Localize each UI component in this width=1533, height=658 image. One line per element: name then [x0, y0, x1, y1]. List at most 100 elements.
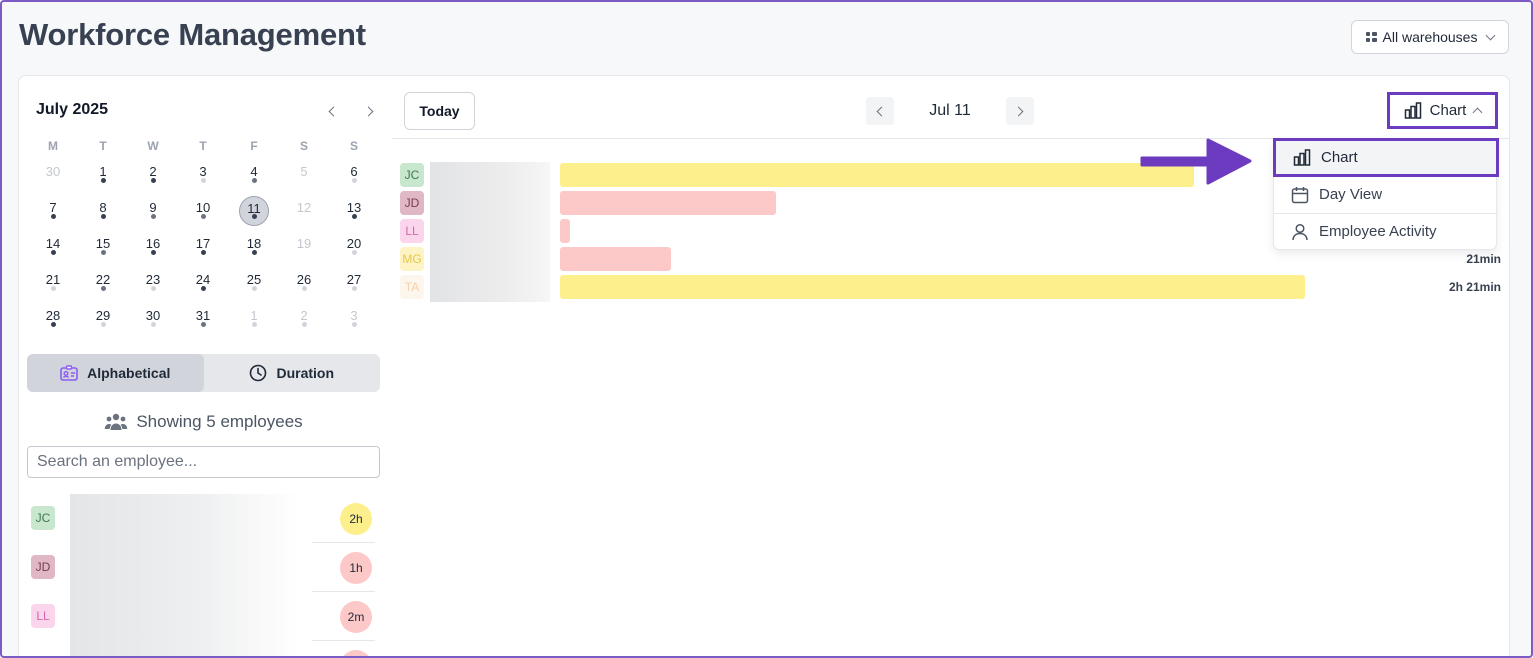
calendar-day[interactable]: 18	[229, 232, 279, 266]
duration-bar	[560, 219, 570, 243]
calendar-day-number: 20	[346, 236, 362, 251]
calendar-day[interactable]: 31	[178, 304, 228, 338]
view-menu-item-chart[interactable]: Chart	[1273, 138, 1499, 177]
calendar-day[interactable]: 3	[178, 160, 228, 194]
employee-list-item[interactable]: LL 2m	[27, 592, 380, 641]
calendar-day[interactable]: 10	[178, 196, 228, 230]
activity-dot	[51, 322, 56, 327]
calendar-day[interactable]: 30	[28, 160, 78, 194]
chevron-right-icon	[1013, 106, 1024, 116]
calendar-day[interactable]: 29	[78, 304, 128, 338]
calendar-day[interactable]: 7	[28, 196, 78, 230]
weekday-header: T	[99, 139, 107, 153]
calendar-day[interactable]: 6	[329, 160, 379, 194]
calendar-day[interactable]: 23	[128, 268, 178, 302]
calendar-day[interactable]: 22	[78, 268, 128, 302]
calendar-day-number: 3	[199, 164, 207, 179]
employee-list-item[interactable]: JD 1h	[27, 543, 380, 592]
activity-dot	[201, 250, 206, 255]
calendar-day[interactable]: 13	[329, 196, 379, 230]
calendar-day[interactable]: 2	[279, 304, 329, 338]
calendar-day-number: 1	[99, 164, 107, 179]
calendar-day[interactable]: 17	[178, 232, 228, 266]
calendar-day-number: 2	[300, 308, 308, 323]
employee-list-item[interactable]: JC 2h	[27, 494, 380, 543]
sort-duration-label: Duration	[276, 365, 335, 381]
view-selector-button[interactable]: Chart	[1387, 92, 1498, 129]
next-day-button[interactable]	[1006, 97, 1034, 125]
employee-search-input[interactable]	[27, 446, 380, 478]
view-menu-item-day-view[interactable]: Day View	[1274, 176, 1498, 213]
chevron-left-icon	[876, 106, 887, 116]
calendar-day[interactable]: 9	[128, 196, 178, 230]
calendar-day[interactable]: 1	[78, 160, 128, 194]
duration-bar	[560, 247, 671, 271]
calendar-day-number: 17	[195, 236, 211, 251]
weekday-header: T	[199, 139, 207, 153]
weekday-header: S	[349, 139, 358, 153]
activity-dot	[151, 250, 156, 255]
calendar-day[interactable]: 4	[229, 160, 279, 194]
duration-bar	[560, 191, 776, 215]
prev-day-button[interactable]	[866, 97, 894, 125]
calendar-day[interactable]: 27	[329, 268, 379, 302]
chart-row-avatar: TA	[400, 275, 424, 299]
prev-month-button[interactable]	[322, 101, 342, 121]
activity-dot	[151, 322, 156, 327]
activity-dot	[51, 214, 56, 219]
calendar-day-number: 8	[99, 200, 107, 215]
view-menu-item-label: Chart	[1321, 149, 1358, 166]
page-title: Workforce Management	[19, 17, 366, 52]
calendar-day[interactable]: 21	[28, 268, 78, 302]
activity-dot	[252, 286, 257, 291]
duration-bar	[560, 163, 1194, 187]
calendar-day[interactable]: 30	[128, 304, 178, 338]
weekday-header: M	[48, 139, 58, 153]
chevron-left-icon	[328, 106, 339, 116]
calendar-day[interactable]: 16	[128, 232, 178, 266]
employee-list-item[interactable]	[27, 641, 380, 658]
employee-name-blurred	[70, 641, 300, 658]
today-button[interactable]: Today	[404, 92, 475, 130]
calendar-day[interactable]: 19	[279, 232, 329, 266]
next-month-button[interactable]	[360, 101, 380, 121]
calendar-day-number: 18	[246, 236, 262, 251]
calendar-day[interactable]: 8	[78, 196, 128, 230]
calendar-day[interactable]: 2	[128, 160, 178, 194]
calendar-day[interactable]: 14	[28, 232, 78, 266]
calendar-day-number: 26	[296, 272, 312, 287]
calendar-day[interactable]: 3	[329, 304, 379, 338]
calendar-day[interactable]: 15	[78, 232, 128, 266]
view-menu-item-employee-activity[interactable]: Employee Activity	[1274, 213, 1498, 250]
calendar-day-selected[interactable]: 11	[229, 196, 279, 230]
calendar-day[interactable]: 1	[229, 304, 279, 338]
calendar-day[interactable]: 28	[28, 304, 78, 338]
view-menu-item-label: Employee Activity	[1319, 223, 1437, 240]
activity-dot	[252, 250, 257, 255]
warehouse-selector[interactable]: All warehouses	[1351, 20, 1509, 54]
calendar-day-number: 13	[346, 200, 362, 215]
calendar-day-number: 31	[195, 308, 211, 323]
sort-duration-button[interactable]: Duration	[204, 354, 381, 392]
duration-badge: 2h	[340, 503, 372, 535]
calendar-icon	[1291, 186, 1309, 203]
clock-icon	[250, 364, 267, 382]
sort-alphabetical-button[interactable]: Alphabetical	[27, 354, 204, 392]
calendar-day[interactable]: 12	[279, 196, 329, 230]
activity-dot	[352, 322, 357, 327]
calendar-day-number: 23	[145, 272, 161, 287]
calendar-day[interactable]: 5	[279, 160, 329, 194]
activity-dot	[151, 286, 156, 291]
activity-dot	[302, 322, 307, 327]
activity-dot	[151, 214, 156, 219]
calendar-day-number: 5	[300, 164, 308, 179]
calendar-day[interactable]: 20	[329, 232, 379, 266]
duration-label: 21min	[1466, 252, 1501, 266]
calendar-day-number: 30	[145, 308, 161, 323]
calendar-day[interactable]: 26	[279, 268, 329, 302]
calendar-day[interactable]: 25	[229, 268, 279, 302]
chevron-down-icon	[1486, 30, 1496, 41]
calendar-day[interactable]: 24	[178, 268, 228, 302]
weekday-header: F	[250, 139, 258, 153]
contact-card-icon	[60, 365, 78, 381]
